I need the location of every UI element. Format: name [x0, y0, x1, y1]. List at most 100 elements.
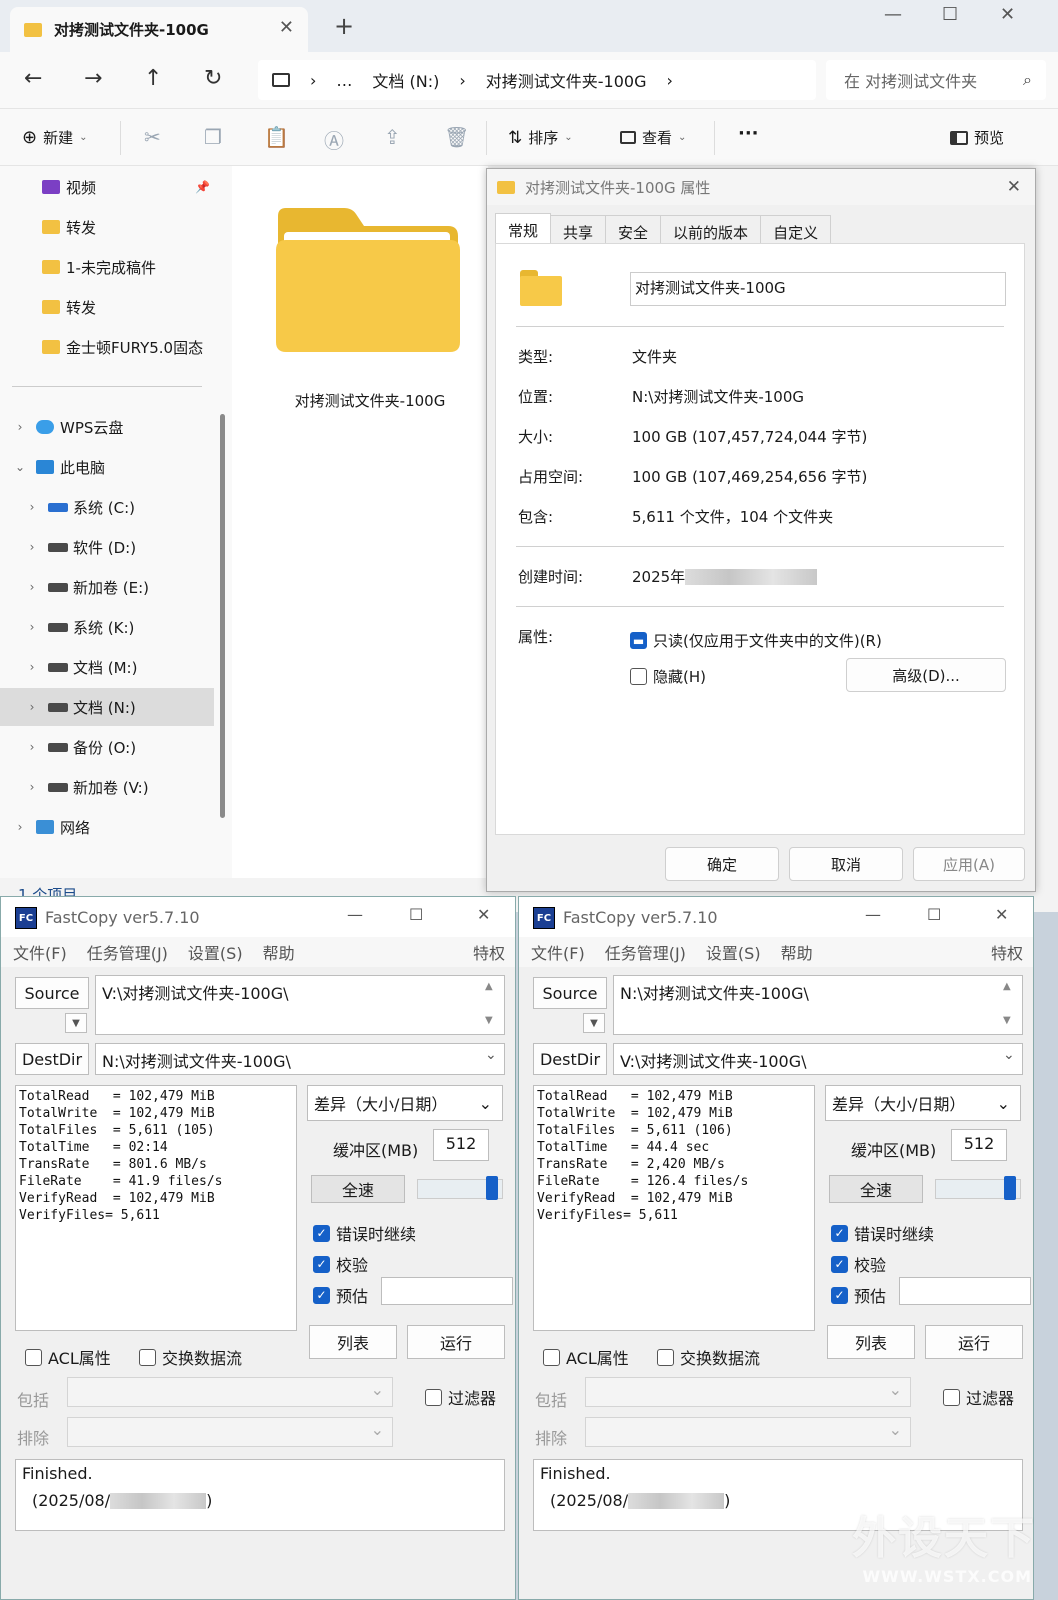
option-checkbox[interactable]: ✓ 预估 [831, 1283, 886, 1307]
chevron-right-icon[interactable]: › [10, 420, 30, 434]
hidden-checkbox[interactable]: 隐藏(H) [630, 666, 706, 687]
copy-mode-select[interactable]: 差异（大小/日期） ⌄ [825, 1085, 1021, 1121]
search-input[interactable]: 在 对拷测试文件夹 ⌕ [826, 60, 1046, 100]
chevron-down-icon[interactable]: ⌄ [485, 1047, 497, 1063]
advanced-button[interactable]: 高级(D)... [846, 658, 1006, 692]
option-checkbox[interactable]: ✓ 预估 [313, 1283, 368, 1307]
chevron-right-icon[interactable]: › [22, 620, 42, 634]
tree-item[interactable]: › 网络 [0, 808, 214, 846]
scroll-up-icon[interactable]: ▲ [1003, 981, 1011, 992]
folder-item[interactable] [274, 206, 460, 352]
option-checkbox[interactable]: ✓ 校验 [313, 1252, 368, 1276]
list-button[interactable]: 列表 [309, 1325, 397, 1359]
source-button[interactable]: Source [15, 977, 89, 1009]
slider-thumb[interactable] [486, 1176, 498, 1200]
chevron-right-icon[interactable]: › [22, 740, 42, 754]
menu-item[interactable]: 设置(S) [188, 940, 243, 964]
chevron-down-icon[interactable]: ⌄ [1003, 1047, 1015, 1063]
share-icon[interactable]: ⇪ [384, 125, 401, 149]
forward-icon[interactable]: → [84, 66, 102, 91]
tab-sharing[interactable]: 共享 [550, 215, 607, 243]
chevron-right-icon[interactable]: › [22, 660, 42, 674]
acl-checkbox[interactable]: ACL属性 [543, 1345, 629, 1369]
folder-name-input[interactable]: 对拷测试文件夹-100G [630, 272, 1006, 306]
exclude-input[interactable]: ⌄ [67, 1417, 393, 1447]
readonly-checkbox[interactable]: ▬ 只读(仅应用于文件夹中的文件)(R) [630, 630, 882, 651]
close-button[interactable]: ✕ [477, 905, 490, 924]
tree-item[interactable]: › 备份 (O:) [0, 728, 214, 766]
menu-item[interactable]: 任务管理(J) [605, 940, 686, 964]
maximize-button[interactable]: ☐ [927, 905, 941, 924]
close-button[interactable]: ✕ [995, 905, 1008, 924]
ok-button[interactable]: 确定 [665, 847, 779, 881]
tree-item[interactable]: › 系统 (C:) [0, 488, 214, 526]
privilege-menu[interactable]: 特权 [991, 940, 1023, 964]
stream-checkbox[interactable]: 交换数据流 [139, 1345, 242, 1369]
tab-general[interactable]: 常规 [495, 213, 552, 243]
minimize-button[interactable]: — [865, 905, 881, 924]
tab-folder[interactable]: 对拷测试文件夹-100G ✕ [10, 7, 308, 52]
filter-checkbox[interactable]: 过滤器 [425, 1385, 496, 1409]
slider-thumb[interactable] [1004, 1176, 1016, 1200]
close-button[interactable]: ✕ [1000, 4, 1015, 25]
scroll-down-icon[interactable]: ▼ [485, 1015, 493, 1026]
breadcrumb-folder[interactable]: 对拷测试文件夹-100G [486, 68, 647, 92]
scroll-down-icon[interactable]: ▼ [1003, 1015, 1011, 1026]
option-checkbox[interactable]: ✓ 错误时继续 [313, 1221, 416, 1245]
destdir-button[interactable]: DestDir [15, 1043, 89, 1075]
tab-security[interactable]: 安全 [605, 215, 662, 243]
apply-button[interactable]: 应用(A) [913, 847, 1025, 881]
quick-access-item[interactable]: 视频 📌 [0, 168, 214, 206]
list-button[interactable]: 列表 [827, 1325, 915, 1359]
menu-item[interactable]: 任务管理(J) [87, 940, 168, 964]
close-icon[interactable]: ✕ [1007, 177, 1021, 197]
tree-item[interactable]: › 新加卷 (E:) [0, 568, 214, 606]
chevron-right-icon[interactable]: › [22, 540, 42, 554]
include-input[interactable]: ⌄ [67, 1377, 393, 1407]
quick-access-item[interactable]: 金士顿FURY5.0固态 [0, 328, 214, 366]
option-checkbox[interactable]: ✓ 校验 [831, 1252, 886, 1276]
view-button[interactable]: 查看 ⌄ [620, 127, 686, 148]
menu-item[interactable]: 文件(F) [531, 940, 585, 964]
destdir-button[interactable]: DestDir [533, 1043, 607, 1075]
tree-item[interactable]: › 系统 (K:) [0, 608, 214, 646]
more-button[interactable]: ··· [738, 123, 759, 144]
chevron-right-icon[interactable]: › [22, 500, 42, 514]
breadcrumb-overflow[interactable]: … [336, 71, 352, 90]
scroll-up-icon[interactable]: ▲ [485, 981, 493, 992]
filter-checkbox[interactable]: 过滤器 [943, 1385, 1014, 1409]
run-button[interactable]: 运行 [407, 1325, 505, 1359]
tree-item[interactable]: › 软件 (D:) [0, 528, 214, 566]
include-input[interactable]: ⌄ [585, 1377, 911, 1407]
chevron-right-icon[interactable]: › [22, 580, 42, 594]
tab-previous-versions[interactable]: 以前的版本 [660, 215, 762, 243]
exclude-input[interactable]: ⌄ [585, 1417, 911, 1447]
quick-access-item[interactable]: 1-未完成稿件 [0, 248, 214, 286]
source-history-dropdown[interactable]: ▼ [65, 1013, 87, 1033]
tree-item[interactable]: › 新加卷 (V:) [0, 768, 214, 806]
privilege-menu[interactable]: 特权 [473, 940, 505, 964]
tree-item[interactable]: › WPS云盘 [0, 408, 214, 446]
cut-icon[interactable]: ✂ [144, 125, 161, 149]
copy-mode-select[interactable]: 差异（大小/日期） ⌄ [307, 1085, 503, 1121]
speed-slider[interactable] [417, 1176, 503, 1200]
run-button[interactable]: 运行 [925, 1325, 1023, 1359]
menu-item[interactable]: 帮助 [263, 940, 295, 964]
up-icon[interactable]: ↑ [144, 66, 162, 91]
rename-icon[interactable]: Ⓐ [324, 125, 344, 154]
maximize-button[interactable]: ☐ [942, 4, 958, 25]
quick-access-item[interactable]: 转发 [0, 208, 214, 246]
buffer-input[interactable]: 512 [433, 1129, 489, 1161]
cancel-button[interactable]: 取消 [789, 847, 903, 881]
chevron-right-icon[interactable]: › [22, 780, 42, 794]
close-tab-icon[interactable]: ✕ [279, 17, 294, 38]
chevron-down-icon[interactable]: ⌄ [10, 460, 30, 474]
sort-button[interactable]: ⇅ 排序 ⌄ [508, 127, 573, 148]
copy-icon[interactable]: ❐ [204, 125, 222, 149]
minimize-button[interactable]: — [884, 4, 902, 25]
breadcrumb-drive[interactable]: 文档 (N:) [372, 68, 439, 92]
dest-path-input[interactable]: V:\对拷测试文件夹-100G\ [613, 1043, 1023, 1075]
preview-button[interactable]: 预览 [950, 127, 1004, 148]
delete-icon[interactable]: 🗑 [444, 125, 469, 149]
tab-customize[interactable]: 自定义 [760, 215, 832, 243]
